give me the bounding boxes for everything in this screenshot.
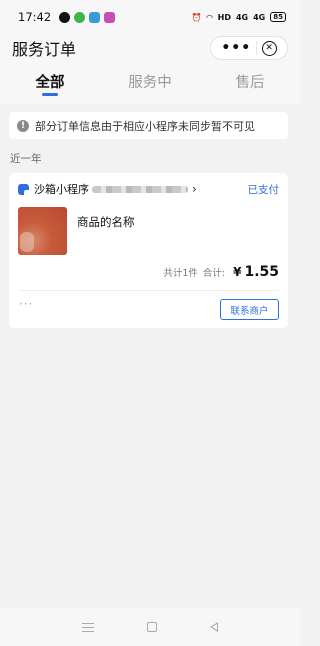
card-divider <box>18 290 279 291</box>
product-name: 商品的名称 <box>77 215 135 229</box>
alarm-icon: ⏰ <box>191 12 202 22</box>
amount-value: 1.55 <box>244 264 279 280</box>
back-icon[interactable] <box>209 622 218 632</box>
close-icon[interactable]: ✕ <box>261 40 277 56</box>
contact-merchant-button[interactable]: 联系商户 <box>220 299 279 320</box>
redacted-text <box>92 185 188 193</box>
network-label: HD <box>217 12 231 22</box>
tab-all[interactable]: 全部 <box>0 62 100 104</box>
order-card-header: 沙箱小程序 › 已支付 <box>18 182 279 196</box>
menu-icon[interactable] <box>82 622 95 632</box>
tab-bar: 全部 服务中 售后 <box>0 62 300 104</box>
order-amount: ¥1.55 <box>233 264 279 280</box>
currency-symbol: ¥ <box>233 265 242 279</box>
product-image[interactable] <box>18 207 67 255</box>
header: 服务订单 ••• ✕ <box>0 34 300 62</box>
more-icon[interactable]: ••• <box>221 41 251 55</box>
status-bar: 17:42 ⏰ ◠ HD 4G 4G 85 <box>0 0 300 34</box>
order-status: 已支付 <box>247 183 280 196</box>
tab-after-sales[interactable]: 售后 <box>200 62 300 104</box>
signal-1-icon: 4G <box>235 12 249 22</box>
status-time: 17:42 <box>18 10 52 24</box>
mini-program-icon <box>18 183 29 195</box>
mini-program-name[interactable]: 沙箱小程序 <box>34 181 89 197</box>
status-notification-icons <box>59 11 116 23</box>
signal-2-icon: 4G <box>253 12 266 22</box>
order-card[interactable]: 沙箱小程序 › 已支付 商品的名称 共计1件 合计: ¥1.55 ··· 联系商… <box>9 173 288 328</box>
mini-program-capsule: ••• ✕ <box>210 36 288 60</box>
more-options-icon[interactable]: ··· <box>19 297 33 311</box>
notice-text: 部分订单信息由于相应小程序未同步暂不可见 <box>35 119 255 133</box>
notification-icon <box>59 11 71 23</box>
screen: 17:42 ⏰ ◠ HD 4G 4G 85 服务订单 ••• ✕ 全部 服务中 … <box>0 0 300 646</box>
item-count: 共计1件 <box>163 268 198 279</box>
home-icon[interactable] <box>146 622 157 632</box>
app-notification-icon <box>74 11 86 23</box>
tab-in-service[interactable]: 服务中 <box>100 62 200 104</box>
status-right-icons: ⏰ ◠ HD 4G 4G 85 <box>191 12 286 22</box>
notice-banner: ! 部分订单信息由于相应小程序未同步暂不可见 <box>9 112 288 139</box>
wifi-icon: ◠ <box>206 12 213 22</box>
photo-notification-icon <box>104 11 116 23</box>
message-notification-icon <box>89 11 101 23</box>
battery-icon: 85 <box>270 12 286 22</box>
chevron-right-icon[interactable]: › <box>192 183 197 195</box>
page-title: 服务订单 <box>12 40 77 59</box>
capsule-divider <box>255 41 257 55</box>
info-icon: ! <box>17 119 29 132</box>
system-nav-bar <box>0 608 300 646</box>
section-label: 近一年 <box>10 153 42 165</box>
order-totals: 共计1件 合计: ¥1.55 <box>163 264 279 280</box>
total-label: 合计: <box>202 268 226 279</box>
